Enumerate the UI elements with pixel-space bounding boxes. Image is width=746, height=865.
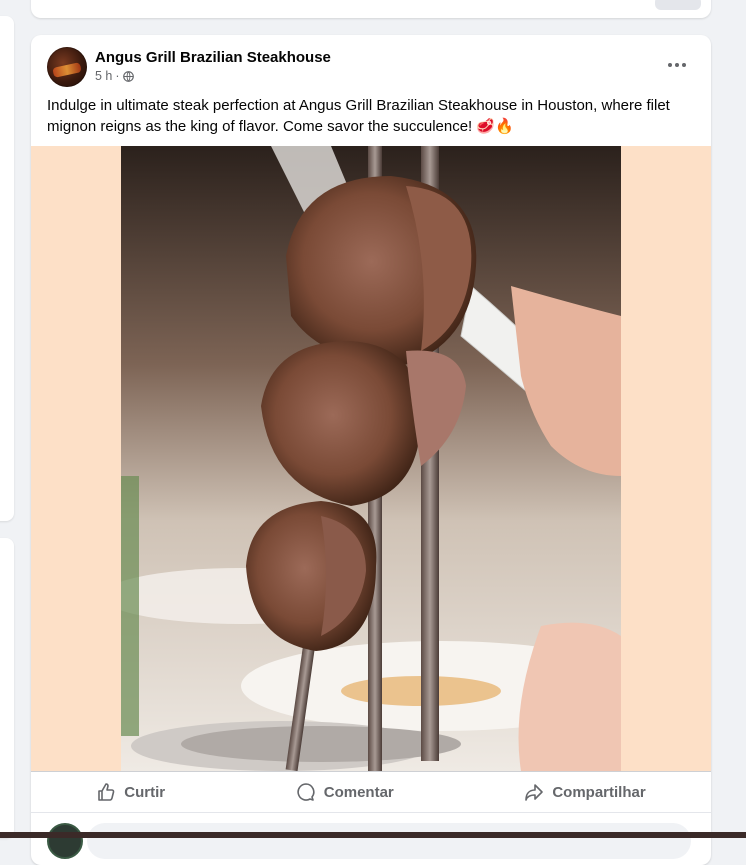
comment-button[interactable]: Comentar: [276, 776, 414, 808]
share-arrow-icon: [525, 784, 544, 801]
post-action-bar: Curtir Comentar Compartilhar: [31, 771, 711, 812]
post-header: Angus Grill Brazilian Steakhouse 5 h ·: [31, 35, 711, 95]
steak-photo-illustration: [121, 146, 621, 771]
share-button[interactable]: Compartilhar: [504, 776, 665, 808]
left-column-card: [0, 538, 14, 838]
post-text: Indulge in ultimate steak perfection at …: [47, 97, 670, 135]
like-label: Curtir: [124, 783, 166, 801]
page-avatar[interactable]: [47, 47, 87, 87]
previous-post-button[interactable]: [655, 0, 701, 10]
taskbar-strip: [0, 832, 746, 838]
user-avatar[interactable]: [47, 823, 83, 859]
post-card: Angus Grill Brazilian Steakhouse 5 h · I…: [31, 35, 711, 865]
more-options-icon[interactable]: [663, 55, 691, 75]
thumbs-up-icon: [98, 783, 115, 801]
page-name-link[interactable]: Angus Grill Brazilian Steakhouse: [95, 49, 331, 66]
comment-bubble-icon: [297, 783, 315, 801]
steak-skewer-photo[interactable]: [121, 146, 621, 771]
comment-input[interactable]: [87, 823, 691, 859]
previous-post-card: [31, 0, 711, 18]
comment-composer: [31, 812, 711, 865]
globe-icon: [122, 70, 134, 82]
share-label: Compartilhar: [552, 783, 646, 801]
post-timestamp[interactable]: 5 h: [95, 69, 112, 83]
post-media[interactable]: [31, 146, 711, 771]
meta-separator: ·: [115, 69, 120, 83]
left-column-card: [0, 16, 14, 521]
comment-label: Comentar: [323, 783, 394, 801]
like-button[interactable]: Curtir: [76, 776, 185, 808]
post-meta: 5 h ·: [95, 69, 134, 83]
